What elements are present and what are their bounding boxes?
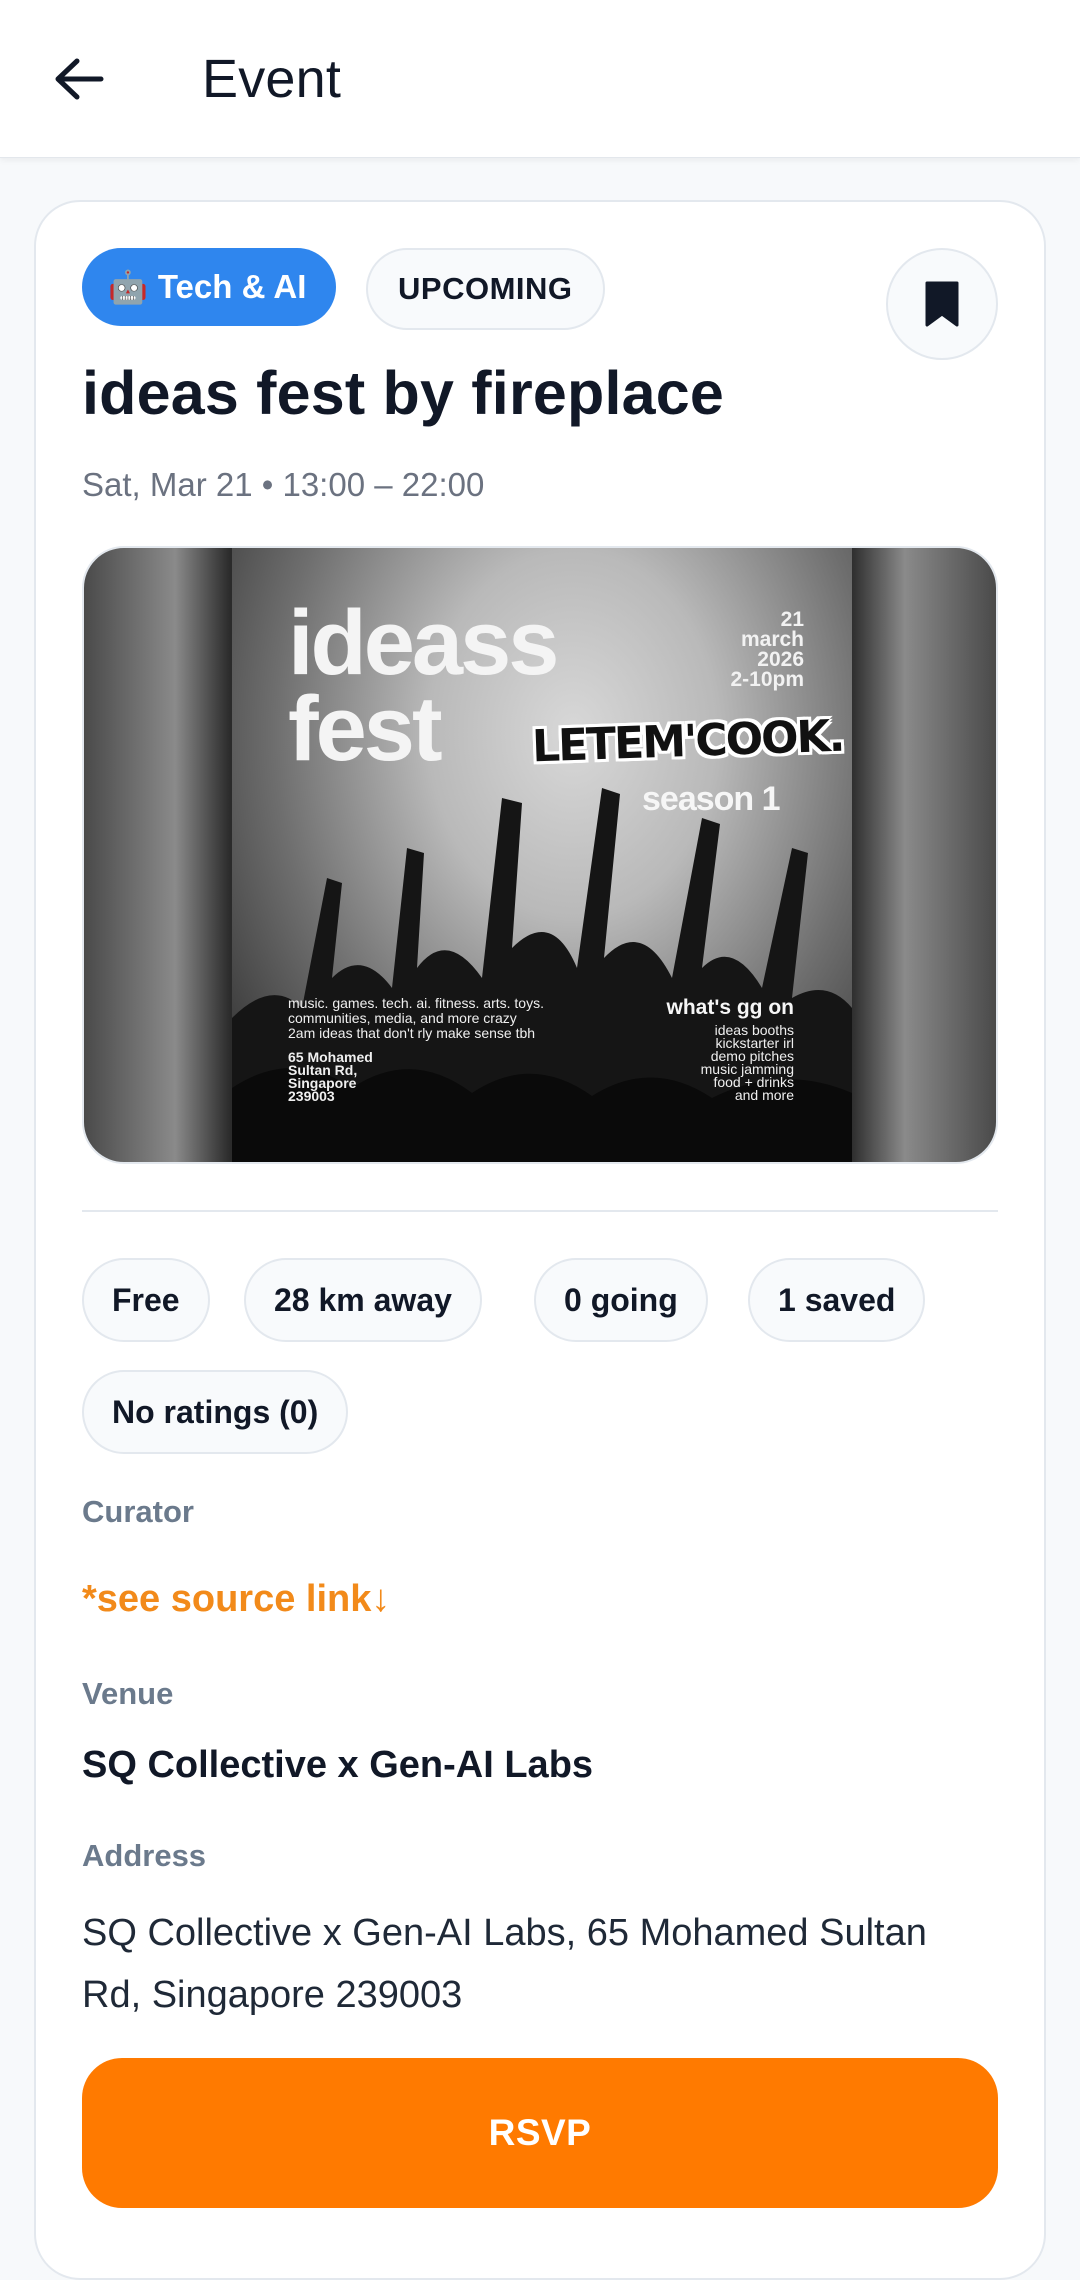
poster-season: season 1 (642, 780, 781, 818)
poster-tagline: LETEM'COOK. (531, 710, 845, 773)
poster-description-line: music. games. tech. ai. fitness. arts. t… (288, 995, 544, 1011)
address-label: Address (82, 1838, 207, 1873)
price-pill: Free (82, 1258, 210, 1342)
app-bar: Event (0, 0, 1080, 158)
curator-label: Curator (82, 1494, 194, 1529)
ratings-pill[interactable]: No ratings (0) (82, 1370, 349, 1454)
poster-whats-on-item: and more (734, 1087, 794, 1103)
poster-description-line: 2am ideas that don't rly make sense tbh (288, 1025, 536, 1041)
curator-link[interactable]: *see source link↓ (82, 1578, 390, 1621)
address-value: SQ Collective x Gen-AI Labs, 65 Mohamed … (82, 1912, 927, 2016)
poster-date-line: 2-10pm (730, 668, 804, 691)
venue-value: SQ Collective x Gen-AI Labs (82, 1744, 594, 1786)
poster-description: music. games. tech. ai. fitness. arts. t… (288, 996, 588, 1041)
poster-headline-2: fest (288, 678, 443, 780)
page-title: Event (202, 49, 342, 109)
poster-address-line: 239003 (288, 1088, 335, 1104)
poster-date: 21 march 2026 2-10pm (730, 608, 804, 691)
distance-pill: 28 km away (244, 1258, 482, 1342)
bookmark-icon (925, 281, 959, 327)
poster-whats-on-list: ideas booths kickstarter irl demo pitche… (701, 1023, 794, 1103)
going-pill: 0 going (534, 1258, 708, 1342)
poster-headline-1: ideass (288, 592, 559, 694)
rsvp-button[interactable]: RSVP (82, 2058, 998, 2208)
venue-label: Venue (82, 1676, 174, 1711)
event-datetime: Sat, Mar 21 • 13:00 – 22:00 (82, 466, 485, 503)
poster-date-line: march (740, 628, 804, 651)
status-badge: UPCOMING (366, 248, 605, 330)
poster-date-line: 21 (780, 608, 804, 631)
bookmark-button[interactable] (886, 248, 998, 360)
event-poster[interactable]: ideass fest 21 march 2026 2-10pm LETEM'C… (82, 546, 998, 1164)
back-button[interactable] (38, 38, 120, 120)
poster-address: 65 Mohamed Sultan Rd, Singapore 239003 (288, 1050, 408, 1104)
arrow-left-icon (55, 58, 104, 100)
saved-pill: 1 saved (748, 1258, 926, 1342)
divider (82, 1210, 998, 1212)
category-label: Tech & AI (157, 268, 307, 305)
poster-image: ideass fest 21 march 2026 2-10pm LETEM'C… (232, 548, 852, 1162)
category-chip[interactable]: 🤖 Tech & AI (82, 248, 337, 326)
poster-description-line: communities, media, and more crazy (288, 1010, 517, 1026)
poster-date-line: 2026 (757, 648, 804, 671)
poster-whats-on-title: what's gg on (666, 996, 795, 1019)
event-title: ideas fest by fireplace (82, 359, 725, 427)
robot-icon: 🤖 (108, 269, 148, 305)
